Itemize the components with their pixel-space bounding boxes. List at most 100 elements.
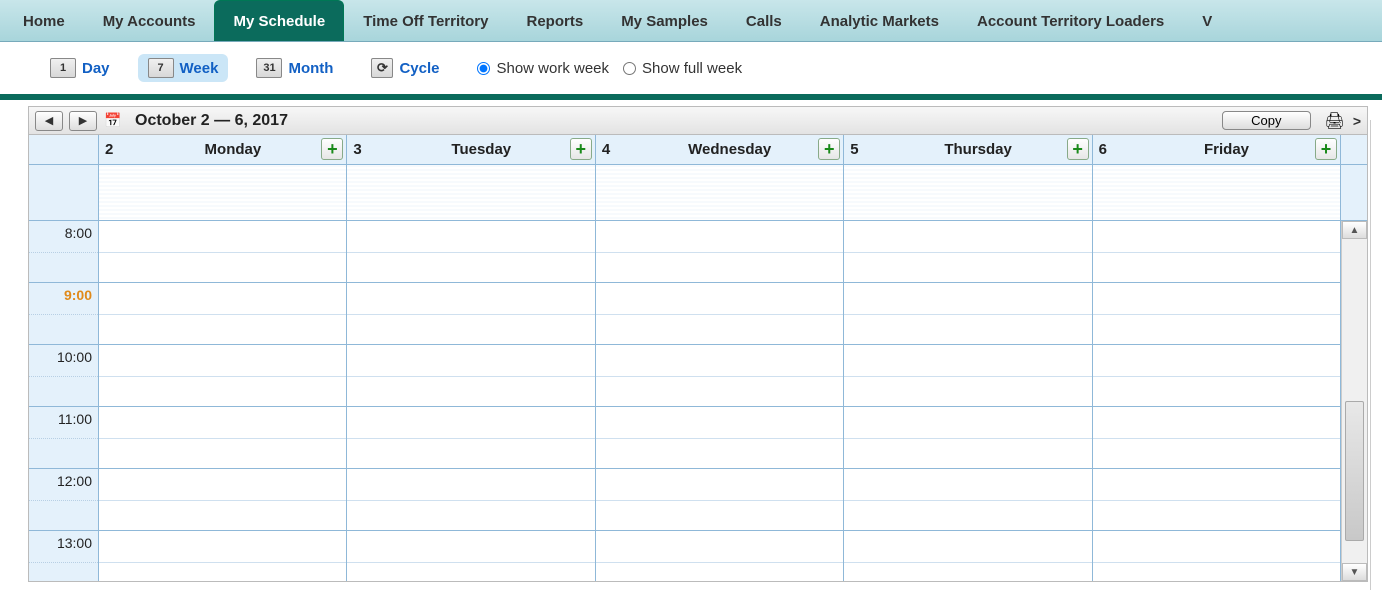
day-header-friday[interactable]: 6 Friday + — [1093, 135, 1341, 165]
time-slot[interactable] — [1093, 469, 1340, 531]
view-week-button[interactable]: 7 Week — [138, 54, 229, 82]
time-slot[interactable] — [844, 469, 1091, 531]
day-number: 2 — [99, 141, 119, 158]
day-headers: 2 Monday + 3 Tuesday + 4 Wednesday + 5 T… — [29, 135, 1367, 165]
add-event-button[interactable]: + — [570, 138, 592, 160]
day-name: Tuesday — [368, 141, 595, 158]
radio-work-week-input[interactable] — [477, 62, 490, 75]
allday-cell-friday[interactable] — [1093, 165, 1341, 221]
hour-label: 11:00 — [29, 407, 98, 469]
time-slot[interactable] — [596, 283, 843, 345]
time-slot[interactable] — [596, 531, 843, 581]
scroll-down-button[interactable]: ▼ — [1342, 563, 1367, 581]
prev-week-button[interactable]: ◀ — [35, 111, 63, 131]
time-slot[interactable] — [844, 345, 1091, 407]
tab-overflow[interactable]: V — [1183, 0, 1219, 41]
day-header-monday[interactable]: 2 Monday + — [99, 135, 347, 165]
date-range-label: October 2 — 6, 2017 — [135, 112, 288, 130]
allday-gutter — [29, 165, 99, 221]
day-column-thursday[interactable] — [844, 221, 1092, 581]
time-slot[interactable] — [1093, 407, 1340, 469]
tab-analytic-markets[interactable]: Analytic Markets — [801, 0, 958, 41]
time-slot[interactable] — [99, 221, 346, 283]
radio-show-work-week[interactable]: Show work week — [477, 60, 609, 77]
time-slot[interactable] — [99, 283, 346, 345]
day-column-monday[interactable] — [99, 221, 347, 581]
time-slot[interactable] — [347, 469, 594, 531]
time-slot[interactable] — [99, 345, 346, 407]
copy-button[interactable]: Copy — [1222, 111, 1310, 130]
tab-calls[interactable]: Calls — [727, 0, 801, 41]
day-header-wednesday[interactable]: 4 Wednesday + — [596, 135, 844, 165]
allday-row — [29, 165, 1367, 221]
time-slot[interactable] — [347, 345, 594, 407]
tab-my-schedule[interactable]: My Schedule — [214, 0, 344, 41]
time-gutter: 8:00 9:00 10:00 11:00 12:00 13:00 — [29, 221, 99, 581]
time-slot[interactable] — [1093, 345, 1340, 407]
tab-reports[interactable]: Reports — [508, 0, 603, 41]
time-slot[interactable] — [844, 407, 1091, 469]
calendar-icon[interactable]: 📅 — [103, 112, 123, 130]
time-slot[interactable] — [99, 407, 346, 469]
time-slot[interactable] — [596, 469, 843, 531]
calendar-body: 8:00 9:00 10:00 11:00 12:00 13:00 — [29, 221, 1367, 581]
view-cycle-button[interactable]: ⟳ Cycle — [361, 54, 449, 82]
view-cycle-label: Cycle — [399, 60, 439, 77]
tab-my-accounts[interactable]: My Accounts — [84, 0, 215, 41]
tab-my-samples[interactable]: My Samples — [602, 0, 727, 41]
tab-time-off-territory[interactable]: Time Off Territory — [344, 0, 507, 41]
allday-cell-tuesday[interactable] — [347, 165, 595, 221]
hour-label: 8:00 — [29, 221, 98, 283]
time-slot[interactable] — [347, 283, 594, 345]
hour-label-current: 9:00 — [29, 283, 98, 345]
tab-account-territory-loaders[interactable]: Account Territory Loaders — [958, 0, 1183, 41]
add-event-button[interactable]: + — [321, 138, 343, 160]
time-slot[interactable] — [596, 407, 843, 469]
allday-cell-monday[interactable] — [99, 165, 347, 221]
add-event-button[interactable]: + — [818, 138, 840, 160]
vertical-scrollbar[interactable]: ▲ ▼ — [1341, 221, 1367, 581]
allday-cell-thursday[interactable] — [844, 165, 1092, 221]
time-gutter-header — [29, 135, 99, 165]
day-header-tuesday[interactable]: 3 Tuesday + — [347, 135, 595, 165]
day-column-tuesday[interactable] — [347, 221, 595, 581]
time-slot[interactable] — [347, 221, 594, 283]
radio-full-week-label: Show full week — [642, 60, 742, 77]
day-number: 5 — [844, 141, 864, 158]
add-event-button[interactable]: + — [1067, 138, 1089, 160]
view-day-button[interactable]: 1 Day — [40, 54, 120, 82]
day-number: 6 — [1093, 141, 1113, 158]
time-slot[interactable] — [99, 469, 346, 531]
next-week-button[interactable]: ▶ — [69, 111, 97, 131]
scroll-up-button[interactable]: ▲ — [1342, 221, 1367, 239]
tab-home[interactable]: Home — [4, 0, 84, 41]
hour-label: 10:00 — [29, 345, 98, 407]
time-slot[interactable] — [596, 345, 843, 407]
time-slot[interactable] — [347, 531, 594, 581]
time-slot[interactable] — [1093, 221, 1340, 283]
view-month-button[interactable]: 31 Month — [246, 54, 343, 82]
month-icon: 31 — [256, 58, 282, 78]
time-slot[interactable] — [596, 221, 843, 283]
allday-cell-wednesday[interactable] — [596, 165, 844, 221]
day-name: Thursday — [865, 141, 1092, 158]
add-event-button[interactable]: + — [1315, 138, 1337, 160]
time-slot[interactable] — [99, 531, 346, 581]
expand-icon[interactable]: > — [1353, 113, 1361, 129]
scroll-thumb[interactable] — [1345, 401, 1364, 541]
day-header-thursday[interactable]: 5 Thursday + — [844, 135, 1092, 165]
time-slot[interactable] — [844, 221, 1091, 283]
time-slot[interactable] — [1093, 531, 1340, 581]
time-slot[interactable] — [1093, 283, 1340, 345]
allday-scroll-gap — [1341, 165, 1367, 221]
printer-icon[interactable]: 🖨 — [1325, 111, 1345, 131]
day-column-friday[interactable] — [1093, 221, 1341, 581]
day-column-wednesday[interactable] — [596, 221, 844, 581]
time-slot[interactable] — [844, 531, 1091, 581]
radio-show-full-week[interactable]: Show full week — [623, 60, 742, 77]
day-columns — [99, 221, 1341, 581]
time-slot[interactable] — [844, 283, 1091, 345]
time-slot[interactable] — [347, 407, 594, 469]
right-panel-edge — [1370, 120, 1382, 590]
radio-full-week-input[interactable] — [623, 62, 636, 75]
